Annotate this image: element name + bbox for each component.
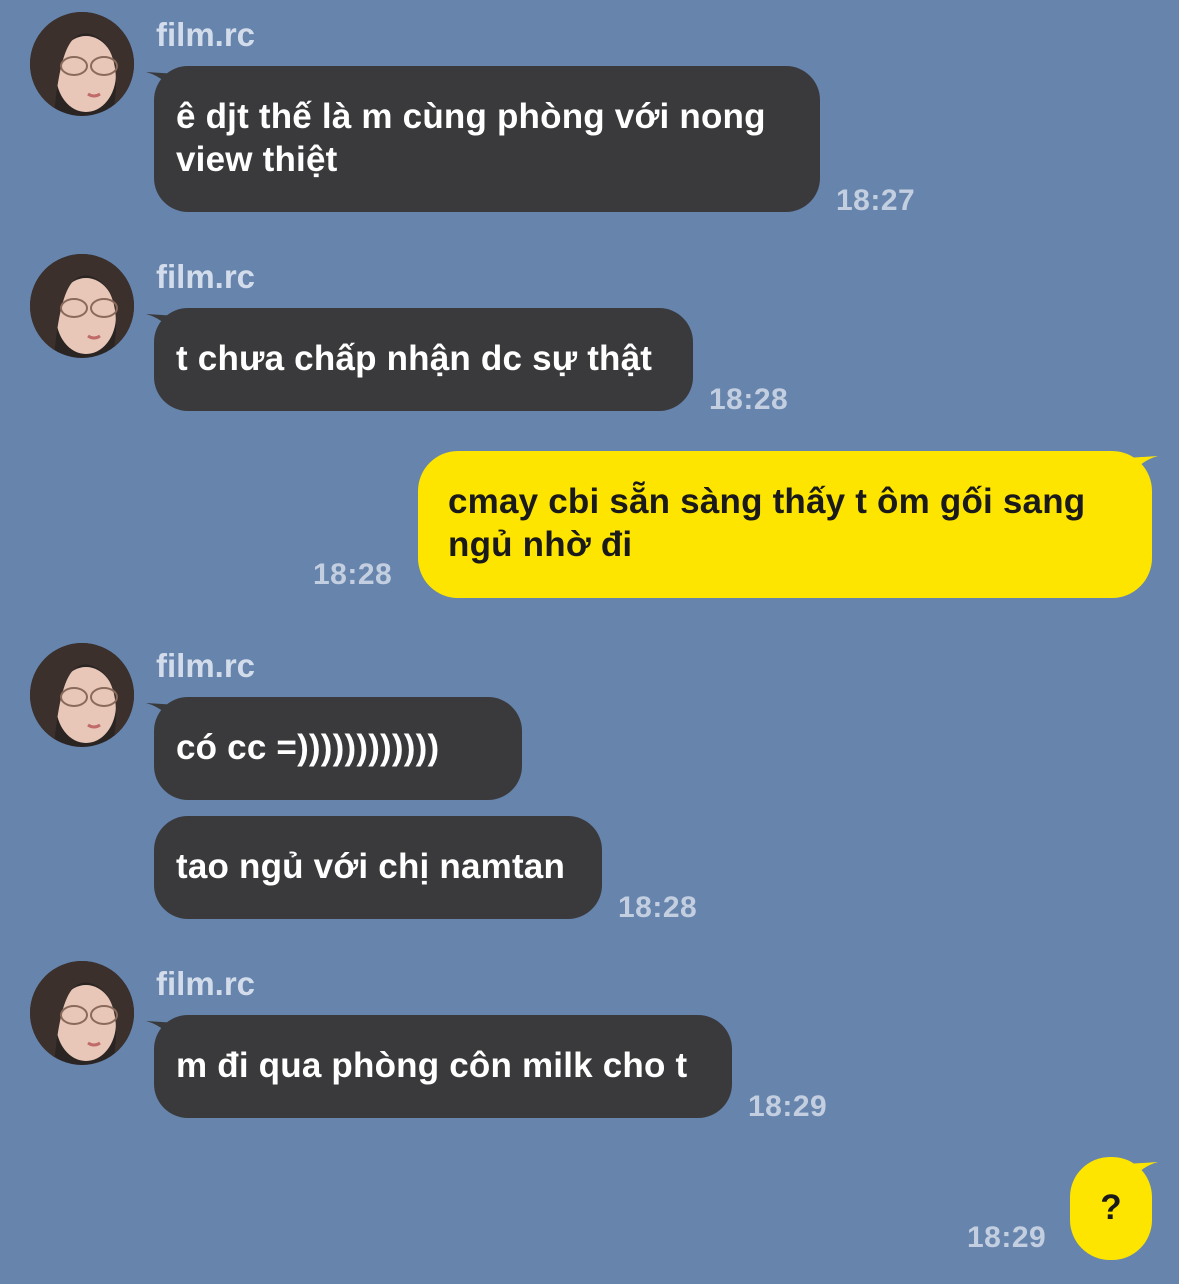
sender-name: film.rc <box>156 965 256 1002</box>
message-time: 18:29 <box>967 1221 1047 1254</box>
sender-name: film.rc <box>156 647 256 684</box>
contact-avatar[interactable] <box>30 961 134 1065</box>
message-bubble[interactable]: cmay cbi sẵn sàng thấy t ôm gối sang ngủ… <box>418 451 1152 598</box>
message-time: 18:27 <box>836 184 916 217</box>
contact-avatar[interactable] <box>30 12 134 116</box>
contact-avatar[interactable] <box>30 643 134 747</box>
message-bubble[interactable]: ê djt thế là m cùng phòng với nong view … <box>154 66 820 212</box>
sender-name: film.rc <box>156 16 256 53</box>
chat-thread: film.rc ê djt thế là m cùng phòng với no… <box>0 0 1179 1284</box>
message-bubble[interactable]: ? <box>1070 1157 1152 1260</box>
message-bubble[interactable]: tao ngủ với chị namtan <box>154 816 602 919</box>
message-time: 18:28 <box>709 383 789 416</box>
sender-name: film.rc <box>156 258 256 295</box>
message-time: 18:29 <box>748 1090 828 1123</box>
message-bubble[interactable]: m đi qua phòng côn milk cho t <box>154 1015 732 1118</box>
message-bubble[interactable]: t chưa chấp nhận dc sự thật <box>154 308 693 411</box>
message-time: 18:28 <box>618 891 698 924</box>
message-bubble[interactable]: có cc =)))))))))))) <box>154 697 522 800</box>
message-time: 18:28 <box>313 558 393 591</box>
contact-avatar[interactable] <box>30 254 134 358</box>
